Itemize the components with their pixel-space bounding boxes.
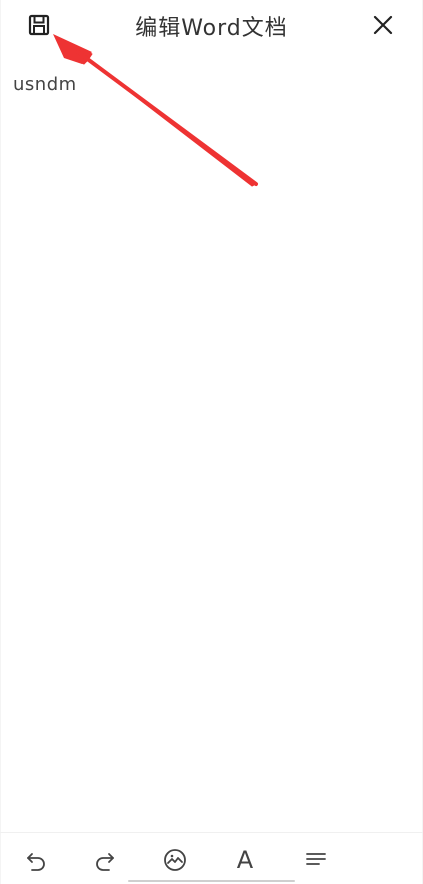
page-title: 编辑Word文档 bbox=[135, 16, 288, 41]
close-button[interactable] bbox=[368, 10, 398, 40]
header-bar: 编辑Word文档 bbox=[0, 0, 423, 50]
insert-image-button[interactable] bbox=[162, 847, 188, 873]
document-text[interactable]: usndm bbox=[13, 74, 77, 95]
home-indicator bbox=[128, 880, 295, 882]
redo-button[interactable] bbox=[92, 847, 118, 873]
font-button[interactable]: A bbox=[232, 847, 258, 873]
save-button[interactable] bbox=[26, 12, 52, 38]
align-icon bbox=[306, 853, 326, 865]
font-icon: A bbox=[236, 846, 254, 874]
undo-button[interactable] bbox=[23, 847, 49, 873]
undo-icon bbox=[27, 853, 45, 871]
document-editor[interactable]: usndm bbox=[0, 56, 423, 832]
close-icon bbox=[373, 15, 393, 35]
insert-image-icon bbox=[164, 849, 186, 871]
align-button[interactable] bbox=[303, 847, 329, 873]
bottom-toolbar: A bbox=[0, 832, 423, 884]
redo-icon bbox=[96, 853, 114, 871]
save-icon bbox=[28, 14, 50, 36]
